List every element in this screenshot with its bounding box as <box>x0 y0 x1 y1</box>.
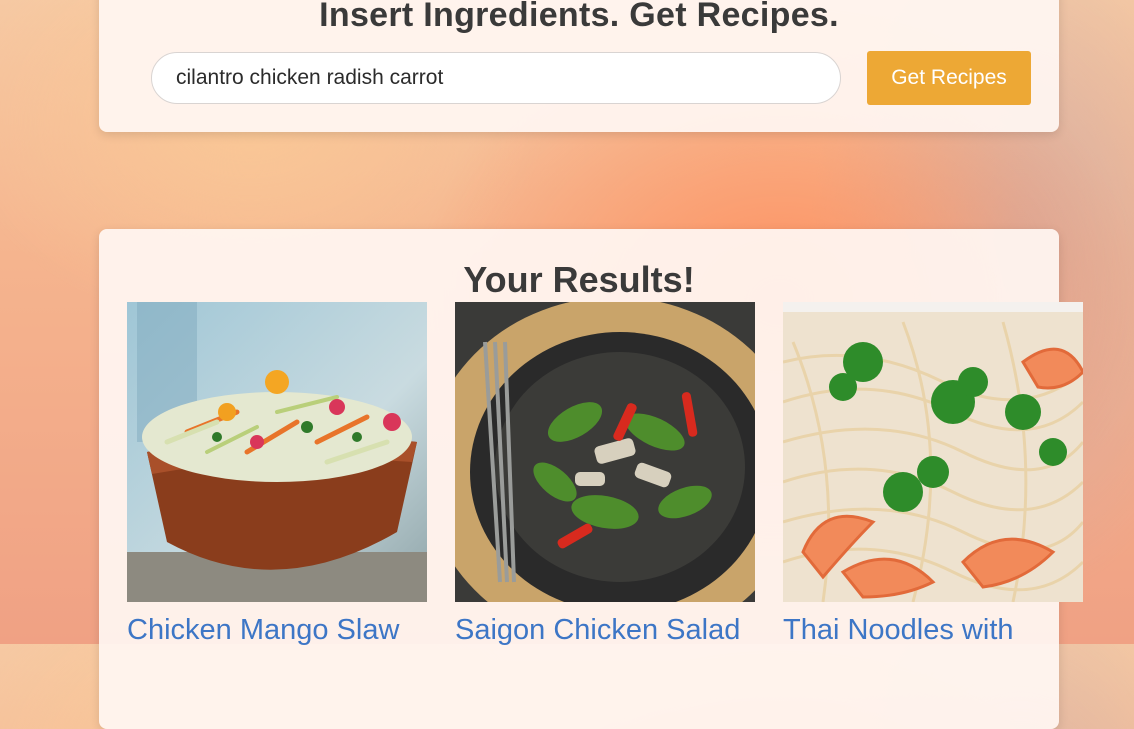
recipe-image-thai-noodles[interactable] <box>783 302 1083 602</box>
recipe-title-link[interactable]: Saigon Chicken Salad <box>455 614 755 647</box>
results-panel: Your Results! Chicken Mango Slaw Saigon … <box>99 229 1083 729</box>
results-heading: Your Results! <box>463 259 695 300</box>
recipe-card[interactable]: Saigon Chicken Salad <box>455 302 755 647</box>
ingredients-input[interactable] <box>151 52 841 104</box>
recipe-image-chicken-mango-slaw[interactable] <box>127 302 427 602</box>
recipe-title-link[interactable]: Thai Noodles with <box>783 614 1083 647</box>
recipe-card[interactable]: Thai Noodles with <box>783 302 1083 647</box>
get-recipes-button[interactable]: Get Recipes <box>867 51 1031 105</box>
recipe-card[interactable]: Chicken Mango Slaw <box>127 302 427 647</box>
search-panel: Insert Ingredients. Get Recipes. Get Rec… <box>99 0 1059 132</box>
recipe-image-saigon-chicken-salad[interactable] <box>455 302 755 602</box>
search-heading: Insert Ingredients. Get Recipes. <box>319 0 839 34</box>
recipe-title-link[interactable]: Chicken Mango Slaw <box>127 614 427 647</box>
